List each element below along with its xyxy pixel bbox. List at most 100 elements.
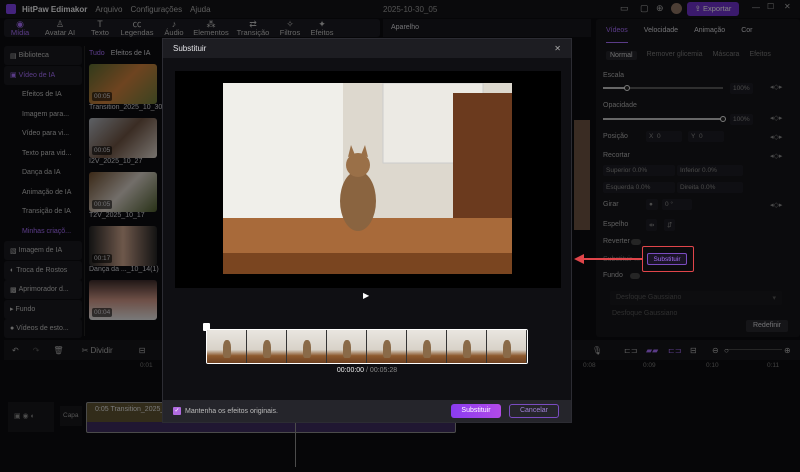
keyframe-icon[interactable]: ◂◇▸ [770, 133, 782, 141]
crop-esquerda[interactable]: Esquerda 0.0% [603, 182, 675, 193]
sidebar-item-efeitos-ia[interactable]: Efeitos de IA [4, 85, 82, 104]
sidebar-item-danca[interactable]: Dança da IA [4, 163, 82, 182]
zoom-slider[interactable] [726, 349, 782, 350]
minimize-icon[interactable]: — [752, 3, 760, 12]
escala-slider[interactable] [603, 85, 723, 91]
opacidade-slider[interactable] [603, 116, 726, 122]
media-thumb[interactable]: 00:17 [89, 226, 157, 266]
delete-icon[interactable]: 🗑 [53, 346, 63, 355]
tab-cor[interactable]: Cor [741, 27, 752, 43]
zoom-out-icon[interactable]: ⊖ [712, 346, 719, 355]
tab-efeitos-ia[interactable]: Efeitos de IA [111, 50, 151, 57]
redefinir-button[interactable]: Redefinir [746, 320, 788, 332]
close-icon[interactable]: ✕ [784, 2, 791, 11]
snap-icon[interactable]: ⊏⊐ [668, 346, 681, 355]
fundo-toggle[interactable] [630, 273, 640, 279]
menu-configuracoes[interactable]: Configurações [130, 5, 182, 14]
tab-videos[interactable]: Vídeos [606, 27, 628, 43]
y-field[interactable]: Y 0 [688, 131, 724, 142]
tool-midia[interactable]: ◉ Mídia [4, 19, 36, 37]
tool-avatar[interactable]: ♙ Avatar AI [36, 19, 84, 37]
reverter-toggle[interactable] [631, 239, 641, 245]
subtab-efeitos[interactable]: Efeitos [749, 51, 770, 60]
keyframe-icon[interactable]: ◂◇▸ [770, 83, 782, 91]
sidebar-item-video-ia[interactable]: ▣ Vídeo de IA [4, 65, 82, 85]
tool-legendas[interactable]: ㏄ Legendas [116, 19, 158, 37]
tab-tudo[interactable]: Tudo [89, 50, 105, 57]
tool-texto[interactable]: T Texto [84, 19, 116, 37]
tool-elementos[interactable]: ⁂ Elementos [190, 19, 232, 37]
capa-button[interactable]: Capa [60, 406, 82, 426]
crop-superior[interactable]: Superior 0.0% [603, 165, 675, 176]
rotate-dial[interactable]: ● [646, 199, 658, 210]
microphone-icon[interactable]: 🎙 [592, 346, 602, 355]
download-icon[interactable]: ⊕ [656, 3, 664, 14]
subtab-remover[interactable]: Remover glicemia [647, 51, 703, 60]
recortar-label[interactable]: Recortar [603, 152, 630, 159]
subtitle-icon[interactable]: ⊟ [139, 346, 146, 355]
keyframe-icon[interactable]: ◂◇▸ [770, 152, 782, 160]
track-controls[interactable]: ▣ ◉ ◐ [8, 402, 54, 432]
flip-horizontal-icon[interactable]: ⇹ [646, 219, 658, 231]
replace-button[interactable]: Substituir [451, 404, 501, 418]
opacidade-field[interactable]: 100% [730, 114, 753, 125]
tool-audio[interactable]: ♪ Áudio [158, 19, 190, 37]
close-icon[interactable]: ✕ [554, 44, 561, 53]
menu-arquivo[interactable]: Arquivo [95, 5, 122, 14]
subtab-normal[interactable]: Normal [606, 51, 637, 60]
sidebar-item-imagem-para[interactable]: Imagem para... [4, 105, 82, 124]
zoom-knob[interactable]: ○ [724, 346, 729, 355]
redo-icon[interactable]: ↷ [33, 346, 40, 355]
sidebar-item-texto-para[interactable]: Texto para vid... [4, 144, 82, 163]
media-thumb[interactable]: 00:04 [89, 280, 157, 320]
media-thumb[interactable]: 00:05 [89, 172, 157, 212]
sidebar-item-troca-rostos[interactable]: ◐ Troca de Rostos [4, 260, 82, 280]
play-icon[interactable]: ▶ [363, 291, 369, 300]
sidebar-item-fundo[interactable]: ▸ Fundo [4, 299, 82, 319]
fit-icon[interactable]: ⊟ [690, 346, 697, 355]
tab-velocidade[interactable]: Velocidade [644, 27, 678, 43]
sidebar-item-transicao[interactable]: Transição de IA [4, 202, 82, 221]
tool-efeitos[interactable]: ✦ Efeitos [306, 19, 338, 37]
playhead[interactable] [295, 422, 296, 467]
sidebar-item-video-para[interactable]: Vídeo para vi... [4, 124, 82, 143]
flip-vertical-icon[interactable]: ⇵ [664, 219, 676, 231]
keep-effects-checkbox[interactable]: ✓ [173, 407, 181, 415]
girar-field[interactable]: 0 ° [662, 199, 692, 210]
tab-animacao[interactable]: Animação [694, 27, 725, 43]
media-thumb[interactable]: 00:05 [89, 118, 157, 158]
sidebar-item-minhas-criacoes[interactable]: Minhas criaçõ... [4, 222, 82, 241]
sidebar-item-biblioteca[interactable]: ▤ Biblioteca [4, 46, 82, 65]
avatar[interactable] [671, 3, 682, 14]
layout-icon[interactable]: ▭ [620, 3, 629, 14]
slider-knob[interactable] [720, 116, 726, 122]
sidebar-item-animacao[interactable]: Animação de IA [4, 183, 82, 202]
undo-icon[interactable]: ↶ [12, 346, 19, 355]
maximize-icon[interactable]: ☐ [767, 2, 774, 11]
split-button[interactable]: ✂ Dividir [82, 346, 113, 355]
sidebar-item-imagem-ia[interactable]: ▧ Imagem de IA [4, 241, 82, 260]
menu-ajuda[interactable]: Ajuda [190, 5, 210, 14]
sidebar-item-videos-estoque[interactable]: ● Vídeos de esto... [4, 319, 82, 338]
crop-inferior[interactable]: Inferior 0.0% [677, 165, 743, 176]
tool-filtros[interactable]: ✧ Filtros [274, 19, 306, 37]
keyframe-icon[interactable]: ◂◇▸ [770, 114, 782, 122]
fundo-select[interactable]: Desfoque Gaussiano ▾ [610, 291, 782, 305]
tool-transicao[interactable]: ⇄ Transição [232, 19, 274, 37]
x-field[interactable]: X 0 [646, 131, 682, 142]
escala-field[interactable]: 100% [730, 83, 753, 94]
substituir-button[interactable]: Substituir [647, 253, 687, 265]
sidebar-item-aprimorador[interactable]: ▩ Aprimorador d... [4, 280, 82, 299]
subtab-mascara[interactable]: Máscara [713, 51, 740, 60]
magnet-icon[interactable]: ▰▰ [646, 346, 658, 355]
crop-direita[interactable]: Direita 0.0% [677, 182, 743, 193]
filmstrip[interactable] [206, 329, 528, 364]
feedback-icon[interactable]: ▢ [640, 3, 649, 14]
cancel-button[interactable]: Cancelar [509, 404, 559, 418]
media-thumb[interactable]: 00:05 [89, 64, 157, 104]
keyframe-icon[interactable]: ◂◇▸ [770, 201, 782, 209]
zoom-in-icon[interactable]: ⊕ [784, 346, 791, 355]
export-button[interactable]: ⇪ Exportar [687, 2, 739, 16]
link-icon[interactable]: ⊏⊐ [624, 346, 637, 355]
slider-knob[interactable] [624, 85, 630, 91]
